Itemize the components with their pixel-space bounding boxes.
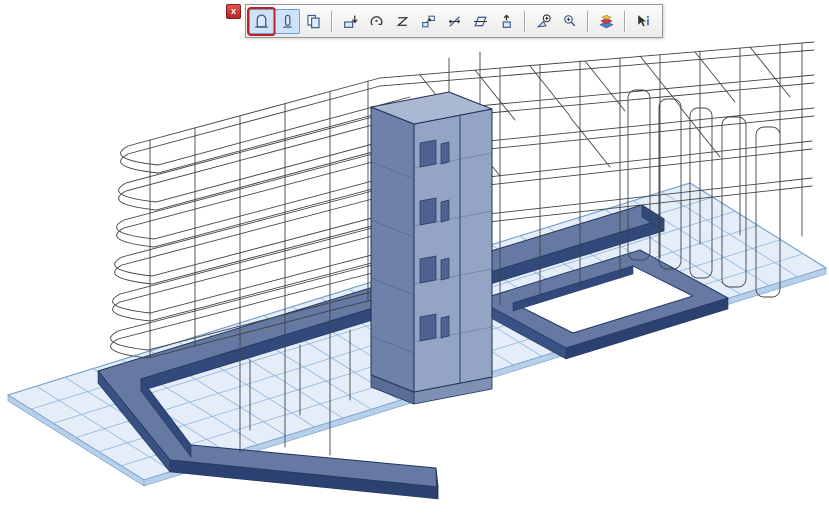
elevate-icon	[498, 13, 515, 30]
column-icon	[279, 13, 296, 30]
floating-toolbar: x	[226, 4, 663, 38]
drag-icon	[342, 13, 359, 30]
toolbar-separator	[587, 11, 589, 32]
toolbar-separator	[624, 11, 626, 32]
show-selection-marquee-3d-button[interactable]	[249, 9, 274, 34]
skew-icon	[472, 13, 489, 30]
3d-window: x	[0, 0, 829, 519]
door-icon	[253, 13, 270, 30]
elevate-element-button[interactable]	[494, 9, 519, 34]
tower-left-face	[371, 107, 414, 392]
multiply-element-button[interactable]	[416, 9, 441, 34]
quick-info-button[interactable]	[631, 9, 656, 34]
zoom-increase-button[interactable]	[531, 9, 556, 34]
core-tower[interactable]	[371, 92, 492, 404]
zoom-plus-icon	[535, 13, 552, 30]
close-button[interactable]: x	[226, 4, 241, 19]
info-cursor-icon	[635, 13, 652, 30]
magnify-plus-button[interactable]	[557, 9, 582, 34]
multiply-icon	[420, 13, 437, 30]
toolbar-separator	[524, 11, 526, 32]
copy-icon	[305, 13, 322, 30]
rotate-icon	[368, 13, 385, 30]
mirror-icon	[446, 13, 463, 30]
show-all-3d-button[interactable]	[275, 9, 300, 34]
stretch-element-button[interactable]	[390, 9, 415, 34]
3d-viewport[interactable]	[0, 0, 829, 519]
layers-color-icon	[598, 13, 615, 30]
copy-3d-view-button[interactable]	[301, 9, 326, 34]
toolbar-body	[245, 4, 663, 38]
drag-element-button[interactable]	[338, 9, 363, 34]
magnifier-plus-icon	[561, 13, 578, 30]
stretch-icon	[394, 13, 411, 30]
skew-element-button[interactable]	[468, 9, 493, 34]
display-settings-3d-button[interactable]	[594, 9, 619, 34]
toolbar-separator	[331, 11, 333, 32]
rotate-element-button[interactable]	[364, 9, 389, 34]
mirror-element-button[interactable]	[442, 9, 467, 34]
